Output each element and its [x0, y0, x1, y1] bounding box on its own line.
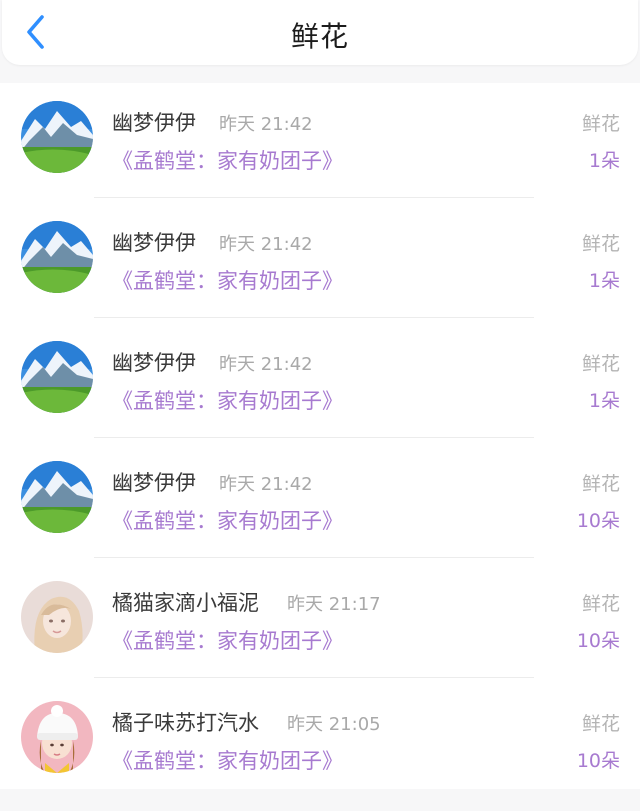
gift-quantity: 10朵 — [576, 630, 620, 652]
divider — [94, 557, 534, 558]
mountain-landscape-avatar[interactable] — [21, 101, 93, 173]
gift-type-label: 鲜花 — [581, 353, 620, 375]
user-name[interactable]: 橘子味苏打汽水 — [112, 707, 259, 737]
gift-type-label: 鲜花 — [581, 473, 620, 495]
book-title-link[interactable]: 《孟鹤堂：家有奶团子》 — [112, 385, 343, 415]
page-title: 鲜花 — [290, 20, 349, 53]
gift-quantity: 1朵 — [588, 150, 620, 172]
book-title-link[interactable]: 《孟鹤堂：家有奶团子》 — [112, 745, 343, 775]
mountain-landscape-avatar[interactable] — [21, 221, 93, 293]
user-name[interactable]: 幽梦伊伊 — [112, 107, 196, 137]
gift-type-label: 鲜花 — [581, 113, 620, 135]
book-title-link[interactable]: 《孟鹤堂：家有奶团子》 — [112, 145, 343, 175]
timestamp: 昨天 21:42 — [219, 474, 313, 495]
gift-quantity: 1朵 — [588, 270, 620, 292]
timestamp: 昨天 21:42 — [219, 354, 313, 375]
book-title-link[interactable]: 《孟鹤堂：家有奶团子》 — [112, 505, 343, 535]
timestamp: 昨天 21:42 — [219, 234, 313, 255]
divider — [94, 197, 534, 198]
book-title-link[interactable]: 《孟鹤堂：家有奶团子》 — [112, 625, 343, 655]
list-item[interactable]: 橘猫家滴小福泥 昨天 21:17 《孟鹤堂：家有奶团子》 鲜花 10朵 — [0, 571, 640, 691]
girl-with-beanie-avatar[interactable] — [21, 701, 93, 773]
list-item[interactable]: 幽梦伊伊 昨天 21:42 《孟鹤堂：家有奶团子》 鲜花 1朵 — [0, 331, 640, 451]
mountain-landscape-avatar[interactable] — [21, 461, 93, 533]
gift-quantity: 1朵 — [588, 390, 620, 412]
list-item[interactable]: 幽梦伊伊 昨天 21:42 《孟鹤堂：家有奶团子》 鲜花 1朵 — [0, 91, 640, 211]
gift-type-label: 鲜花 — [581, 593, 620, 615]
user-name[interactable]: 橘猫家滴小福泥 — [112, 587, 259, 617]
list-item[interactable]: 橘子味苏打汽水 昨天 21:05 《孟鹤堂：家有奶团子》 鲜花 10朵 — [0, 691, 640, 811]
gift-quantity: 10朵 — [576, 510, 620, 532]
gift-type-label: 鲜花 — [581, 713, 620, 735]
nav-bar: 鲜花 — [2, 0, 638, 65]
gift-quantity: 10朵 — [576, 750, 620, 772]
book-title-link[interactable]: 《孟鹤堂：家有奶团子》 — [112, 265, 343, 295]
gift-type-label: 鲜花 — [581, 233, 620, 255]
divider — [94, 677, 534, 678]
divider — [94, 437, 534, 438]
list-item[interactable]: 幽梦伊伊 昨天 21:42 《孟鹤堂：家有奶团子》 鲜花 10朵 — [0, 451, 640, 571]
timestamp: 昨天 21:42 — [219, 114, 313, 135]
divider — [94, 317, 534, 318]
list-item[interactable]: 幽梦伊伊 昨天 21:42 《孟鹤堂：家有奶团子》 鲜花 1朵 — [0, 211, 640, 331]
user-name[interactable]: 幽梦伊伊 — [112, 347, 196, 377]
timestamp: 昨天 21:05 — [287, 714, 381, 735]
mountain-landscape-avatar[interactable] — [21, 341, 93, 413]
blonde-girl-avatar[interactable] — [21, 581, 93, 653]
user-name[interactable]: 幽梦伊伊 — [112, 227, 196, 257]
timestamp: 昨天 21:17 — [287, 594, 381, 615]
user-name[interactable]: 幽梦伊伊 — [112, 467, 196, 497]
flower-gift-list: 幽梦伊伊 昨天 21:42 《孟鹤堂：家有奶团子》 鲜花 1朵 幽梦伊伊 昨天 … — [0, 83, 640, 789]
